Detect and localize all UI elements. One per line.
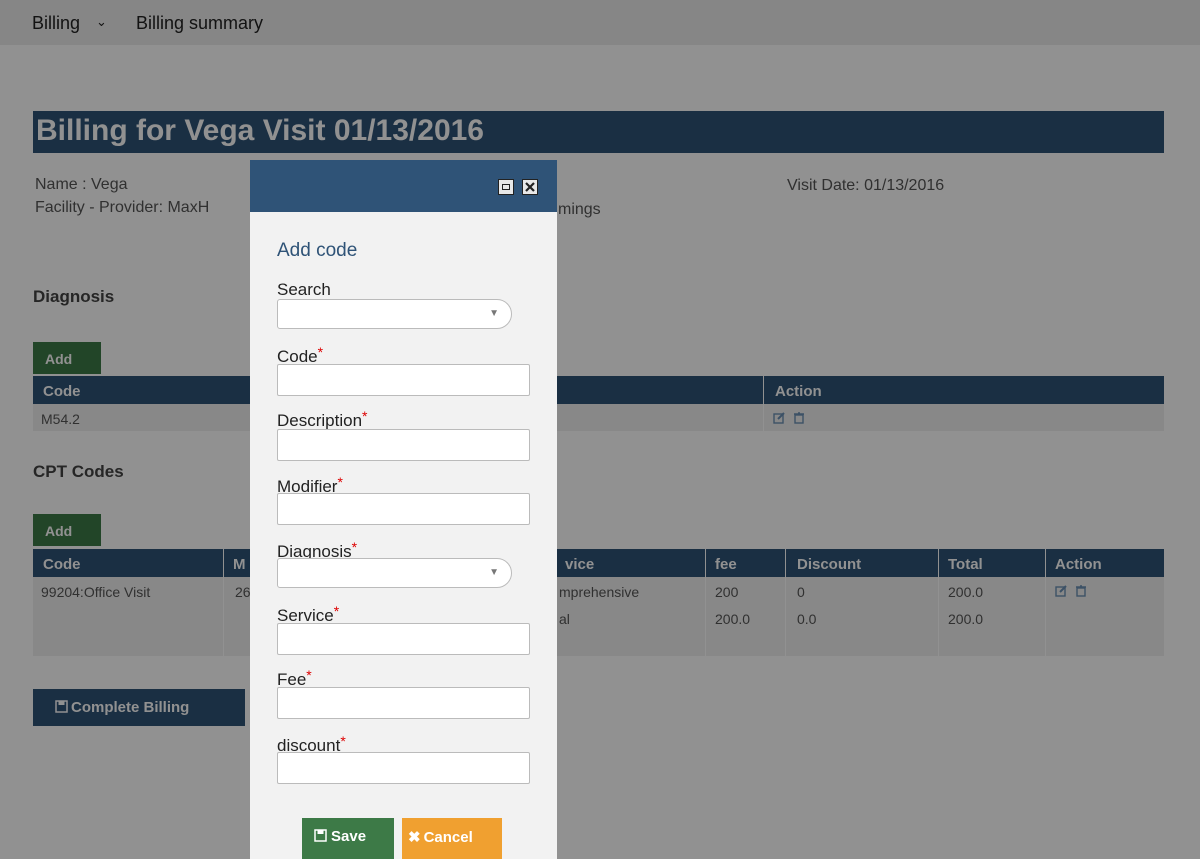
modal-backdrop[interactable]	[0, 0, 1200, 859]
code-input[interactable]	[277, 364, 530, 396]
close-icon[interactable]	[522, 179, 538, 195]
search-label: Search	[277, 280, 331, 299]
dropdown-caret-icon: ▼	[489, 567, 499, 578]
discount-input[interactable]	[277, 752, 530, 784]
required-mark: *	[340, 733, 346, 749]
save-label: Save	[331, 828, 367, 845]
save-icon	[314, 829, 327, 842]
dropdown-caret-icon: ▼	[489, 308, 499, 319]
modifier-input[interactable]	[277, 493, 530, 525]
description-label: Description*	[277, 408, 368, 431]
service-input[interactable]	[277, 623, 530, 655]
description-input[interactable]	[277, 429, 530, 461]
description-label-text: Description	[277, 411, 363, 430]
maximize-icon[interactable]	[498, 179, 514, 195]
save-button[interactable]: Save	[302, 818, 394, 859]
fee-input[interactable]	[277, 687, 530, 719]
add-code-modal: Add code Search ▼ Code* Description* Mod…	[250, 160, 557, 859]
diagnosis-select[interactable]: ▼	[277, 558, 512, 588]
modal-title: Add code	[277, 240, 358, 261]
required-mark: *	[337, 474, 343, 490]
cancel-button[interactable]: ✖ Cancel	[402, 818, 502, 859]
required-mark: *	[306, 667, 312, 683]
search-select[interactable]: ▼	[277, 299, 512, 329]
modal-header	[250, 160, 557, 212]
close-x-icon: ✖	[408, 829, 421, 846]
required-mark: *	[333, 603, 340, 619]
required-mark: *	[317, 344, 324, 360]
required-mark: *	[351, 539, 358, 555]
cancel-label: Cancel	[423, 829, 473, 846]
required-mark: *	[362, 408, 368, 424]
